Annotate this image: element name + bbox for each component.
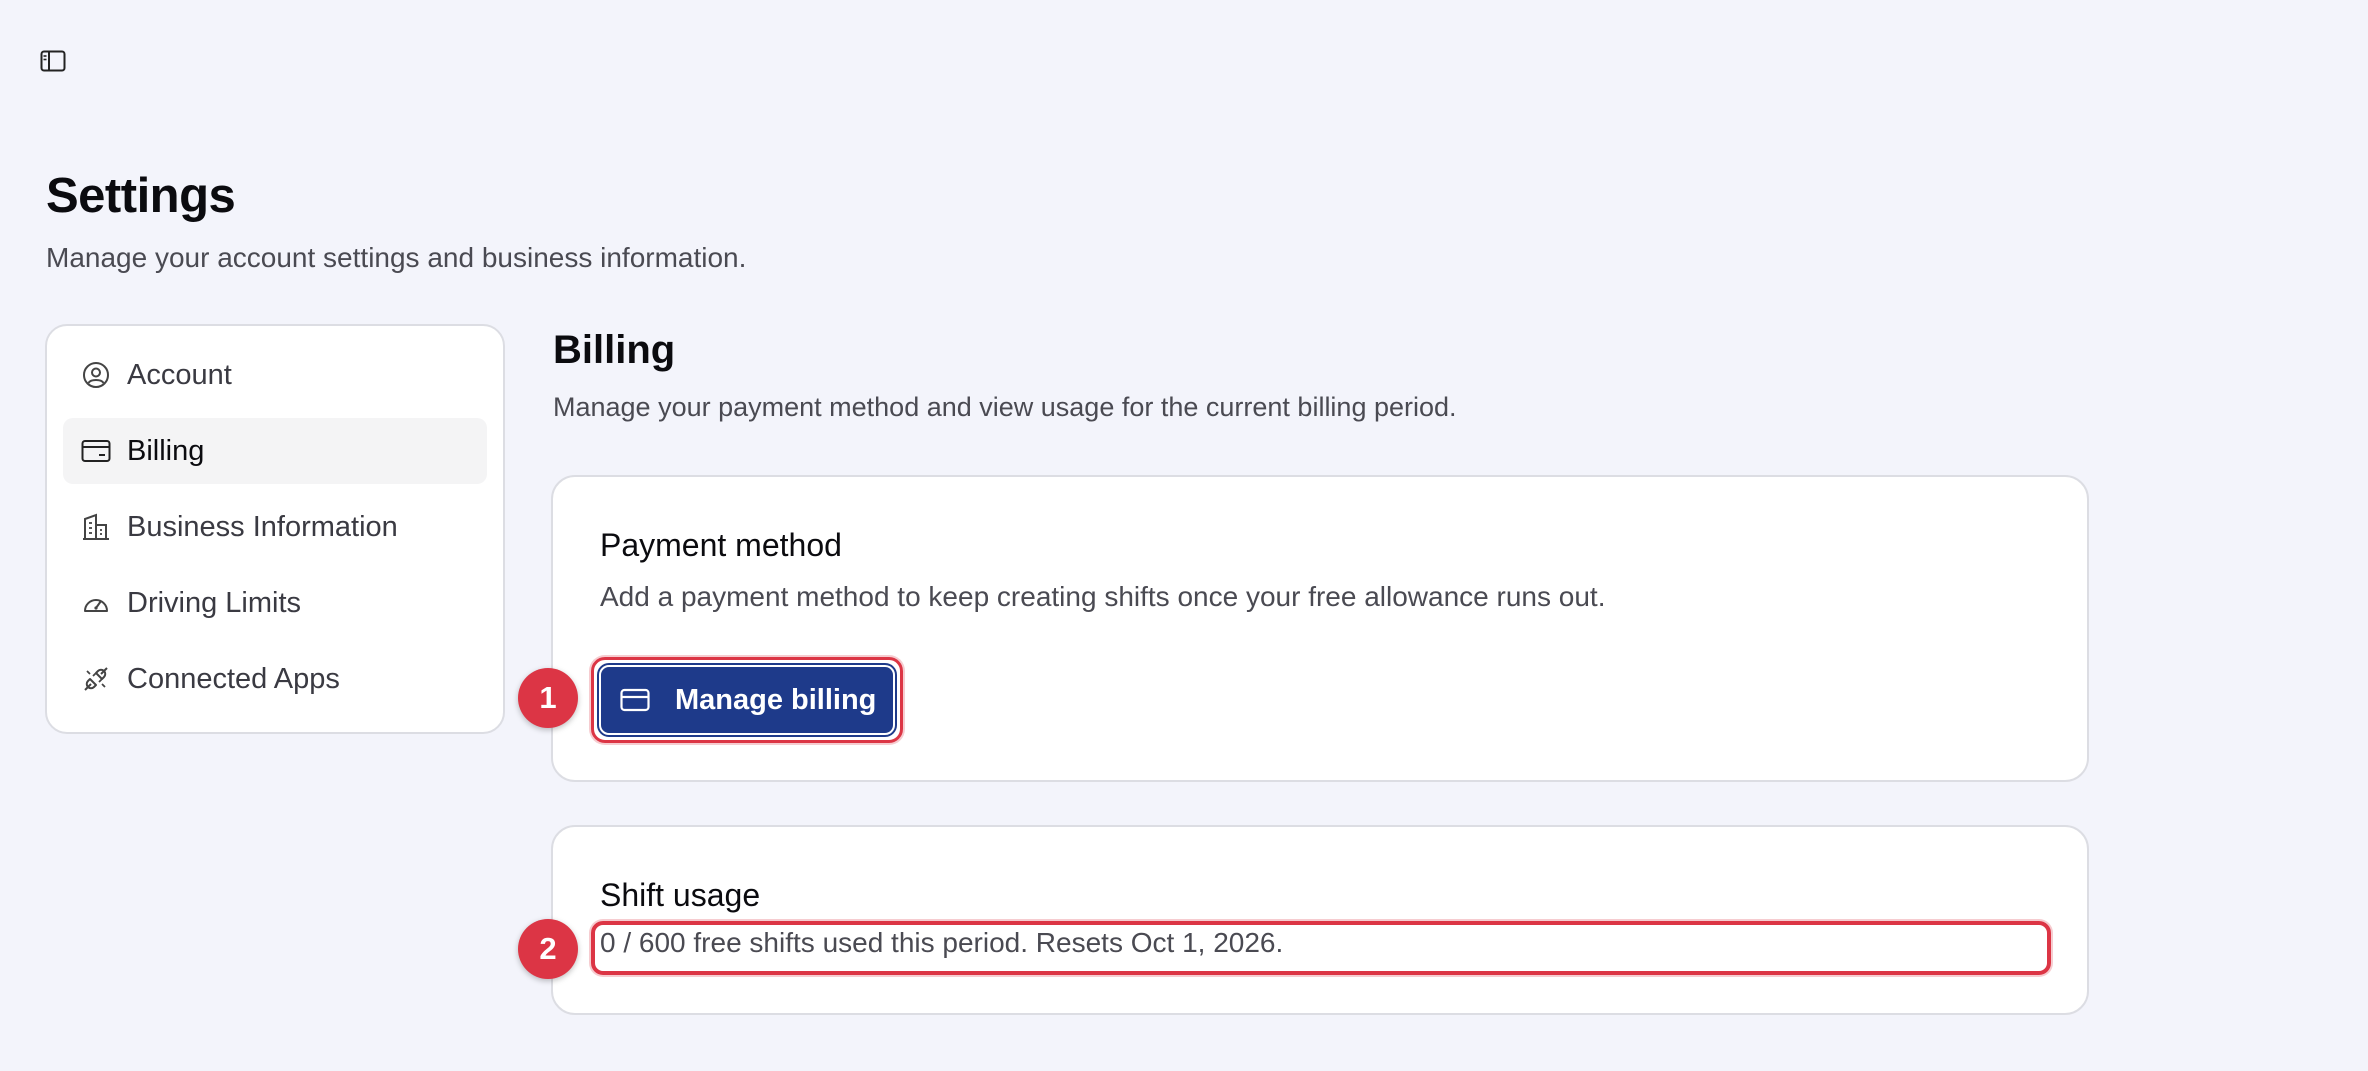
shift-usage-card: Shift usage 0 / 600 free shifts used thi…: [551, 825, 2089, 1015]
user-circle-icon: [81, 360, 111, 390]
shift-usage-title: Shift usage: [600, 877, 761, 913]
payment-method-card: Payment method Add a payment method to k…: [551, 475, 2089, 782]
page-title: Settings: [46, 169, 236, 223]
manage-billing-label: Manage billing: [675, 683, 877, 716]
building-icon: [81, 512, 111, 542]
payment-method-title: Payment method: [600, 527, 842, 563]
nav-item-driving-limits[interactable]: Driving Limits: [63, 570, 487, 636]
manage-billing-highlight: Manage billing: [591, 657, 903, 743]
shift-usage-text: 0 / 600 free shifts used this period. Re…: [600, 927, 1284, 958]
nav-item-label: Billing: [127, 434, 205, 467]
nav-item-billing[interactable]: Billing: [63, 418, 487, 484]
section-title: Billing: [553, 328, 676, 372]
credit-card-icon: [619, 686, 651, 714]
section-subtitle: Manage your payment method and view usag…: [553, 392, 1457, 422]
page-subtitle: Manage your account settings and busines…: [46, 242, 747, 273]
nav-item-label: Connected Apps: [127, 662, 340, 695]
annotation-marker-2: 2: [518, 919, 578, 979]
nav-item-label: Driving Limits: [127, 586, 302, 619]
nav-item-business-information[interactable]: Business Information: [63, 494, 487, 560]
nav-item-label: Business Information: [127, 510, 398, 543]
credit-card-icon: [81, 436, 111, 466]
manage-billing-button[interactable]: Manage billing: [597, 663, 897, 737]
nav-item-account[interactable]: Account: [63, 342, 487, 408]
nav-item-connected-apps[interactable]: Connected Apps: [63, 646, 487, 712]
annotation-marker-1: 1: [518, 668, 578, 728]
gauge-icon: [81, 588, 111, 618]
plug-icon: [81, 664, 111, 694]
payment-method-description: Add a payment method to keep creating sh…: [600, 581, 1606, 612]
sidebar-panel-icon: [40, 50, 66, 72]
sidebar-toggle-button[interactable]: [38, 48, 68, 74]
nav-item-label: Account: [127, 358, 232, 391]
settings-nav: Account Billing Business Information Dri…: [45, 324, 505, 734]
